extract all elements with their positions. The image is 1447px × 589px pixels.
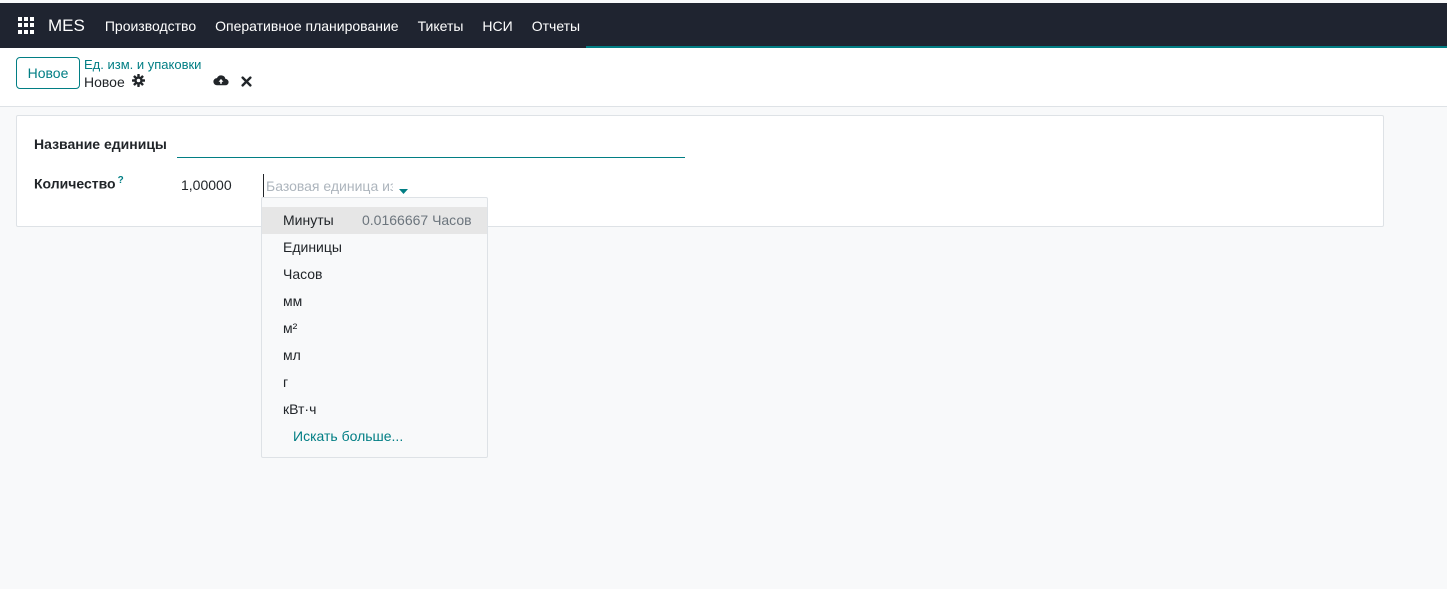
help-tooltip-icon[interactable]: ?: [118, 175, 124, 186]
nav-item-production[interactable]: Производство: [105, 18, 196, 34]
dropdown-item-label: Часов: [283, 266, 323, 282]
nav-item-master-data[interactable]: НСИ: [482, 18, 512, 34]
top-navbar: MES Производство Оперативное планировани…: [0, 3, 1447, 48]
nav-item-reports[interactable]: Отчеты: [532, 18, 580, 34]
dropdown-item-mm[interactable]: мм: [262, 288, 487, 315]
breadcrumb-uom-packaging[interactable]: Ед. изм. и упаковки: [84, 57, 201, 72]
dropdown-item-m2[interactable]: м²: [262, 315, 487, 342]
quantity-label: Количество?: [34, 175, 124, 192]
app-brand[interactable]: MES: [48, 16, 85, 36]
dropdown-item-label: мм: [283, 293, 303, 309]
base-uom-input[interactable]: [263, 174, 393, 198]
uom-dropdown: Минуты 0.0166667 Часов Единицы Часов мм …: [261, 197, 488, 458]
dropdown-item-label: Минуты: [283, 212, 334, 228]
search-more-link[interactable]: Искать больше...: [262, 423, 487, 450]
cloud-upload-icon[interactable]: [213, 74, 229, 90]
dropdown-item-label: г: [283, 374, 289, 390]
gear-icon[interactable]: [132, 74, 145, 90]
dropdown-item-label: м²: [283, 320, 298, 336]
dropdown-item-kwh[interactable]: кВт·ч: [262, 396, 487, 423]
chevron-down-icon[interactable]: [399, 182, 408, 198]
unit-name-input[interactable]: [177, 134, 685, 158]
nav-item-operational-planning[interactable]: Оперативное планирование: [215, 18, 398, 34]
form-sheet: Название единицы Количество? 1,00000: [16, 115, 1384, 227]
dropdown-item-meta: 0.0166667 Часов: [362, 212, 472, 228]
control-panel: Новое Ед. изм. и упаковки Новое: [0, 48, 1447, 107]
dropdown-item-label: мл: [283, 347, 301, 363]
record-title: Новое: [84, 74, 125, 90]
apps-menu-icon[interactable]: [18, 16, 36, 35]
dropdown-item-ml[interactable]: мл: [262, 342, 487, 369]
close-icon[interactable]: [241, 74, 252, 90]
new-button[interactable]: Новое: [16, 57, 80, 89]
dropdown-item-g[interactable]: г: [262, 369, 487, 396]
unit-name-label: Название единицы: [34, 136, 167, 152]
dropdown-item-units[interactable]: Единицы: [262, 234, 487, 261]
dropdown-item-hours[interactable]: Часов: [262, 261, 487, 288]
dropdown-item-label: кВт·ч: [283, 401, 317, 417]
quantity-value[interactable]: 1,00000: [181, 177, 232, 193]
dropdown-item-minutes[interactable]: Минуты 0.0166667 Часов: [262, 207, 487, 234]
quantity-label-text: Количество: [34, 175, 116, 192]
dropdown-item-label: Единицы: [283, 239, 342, 255]
nav-item-tickets[interactable]: Тикеты: [418, 18, 464, 34]
